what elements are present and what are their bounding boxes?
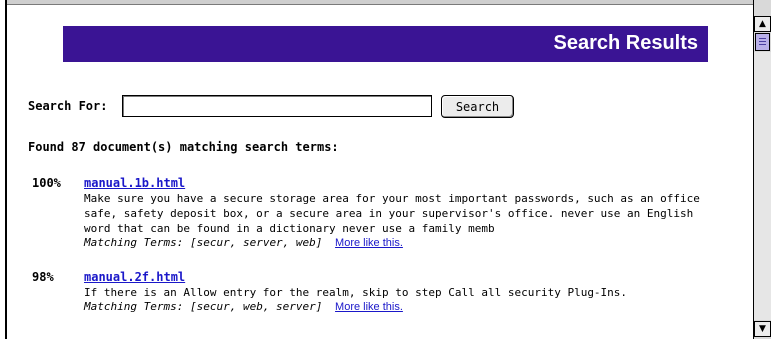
result-score: 100% [32,176,61,190]
page-title: Search Results [553,32,698,54]
search-input[interactable] [122,95,432,117]
more-like-this-link[interactable]: More like this. [335,237,403,249]
matching-terms-label: Matching Terms: [84,236,184,249]
matching-terms-value: [secur, server, web] [189,236,323,249]
matching-terms-value: [secur, web, server] [189,300,323,313]
matching-terms-row: Matching Terms: [secur, web, server] Mor… [84,300,403,313]
result-snippet: Make sure you have a secure storage area… [84,192,700,235]
result-score: 98% [32,270,54,284]
scroll-track[interactable] [754,52,771,320]
search-label: Search For: [28,99,108,113]
matching-terms-row: Matching Terms: [secur, server, web] Mor… [84,236,403,249]
search-button[interactable]: Search [441,95,514,118]
vertical-scrollbar[interactable]: ▲ ▼ [753,0,771,339]
browser-window: Search Results Search For: Search Found … [0,0,771,339]
result-snippet: If there is an Allow entry for the realm… [84,286,628,299]
scroll-thumb[interactable] [755,33,770,51]
window-left-border [5,0,7,339]
matching-terms-label: Matching Terms: [84,300,184,313]
more-like-this-link[interactable]: More like this. [335,301,403,313]
up-arrow-icon[interactable]: ▲ [754,16,771,32]
results-banner: Search Results [63,26,708,62]
result-link[interactable]: manual.1b.html [84,176,185,190]
results-summary: Found 87 document(s) matching search ter… [28,140,339,154]
down-arrow-icon[interactable]: ▼ [754,321,771,337]
window-top-border [5,0,753,5]
result-link[interactable]: manual.2f.html [84,270,185,284]
